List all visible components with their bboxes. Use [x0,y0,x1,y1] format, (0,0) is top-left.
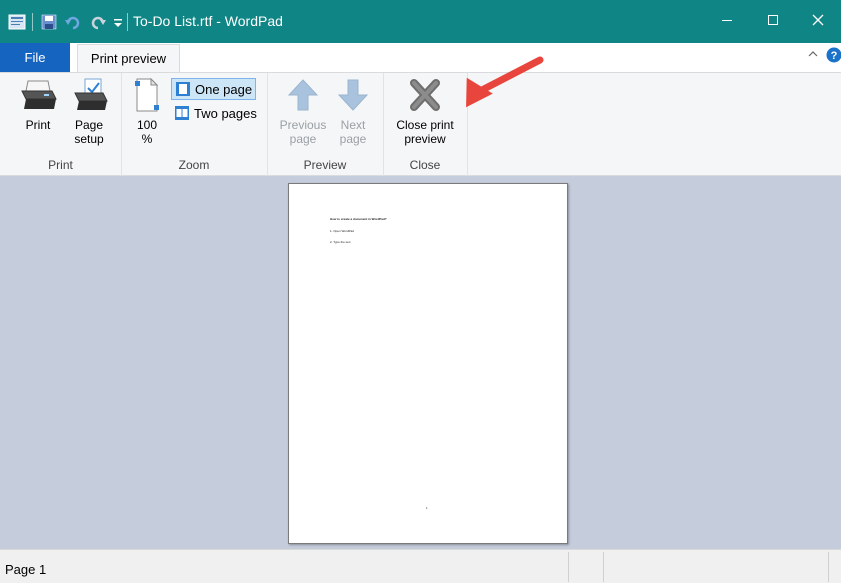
undo-icon[interactable] [65,14,83,30]
next-page-button[interactable]: Next page [333,77,373,146]
printer-icon [17,77,59,116]
page-setup-label-1: Page [74,118,104,132]
one-page-button[interactable]: One page [171,78,257,100]
title-separator [32,13,33,31]
print-group: Print Page setup Print [0,73,122,176]
page-setup-icon [66,77,112,116]
page-number: 1 [426,506,428,510]
svg-text:?: ? [831,50,838,62]
close-print-preview-label-2: preview [404,132,446,146]
close-print-preview-label-1: Close print [396,118,454,132]
title-separator [127,13,128,31]
document-line: 1. Open WordPad [330,229,354,233]
window-title: To-Do List.rtf - WordPad [133,13,283,29]
zoom-group-label: Zoom [178,158,210,172]
print-label: Print [25,118,51,132]
zoom-group: 100 % One page Two pages Zoom [121,73,268,176]
title-bar: To-Do List.rtf - WordPad [0,0,841,43]
close-icon [812,14,824,29]
minimize-button[interactable] [704,0,750,43]
maximize-button[interactable] [750,0,796,43]
print-preview-area[interactable]: How to create a document in WordPad? 1. … [0,176,841,549]
redo-icon[interactable] [90,14,108,30]
status-divider [568,552,569,582]
wordpad-icon[interactable] [8,14,26,30]
one-page-icon [175,81,191,97]
document-line: 2. Type the text [330,240,351,244]
ribbon-tab-row: File Print preview ? [0,43,841,72]
zoom-100-label-2: % [141,132,153,146]
close-button[interactable] [795,0,841,43]
two-pages-icon [174,105,190,121]
preview-page: How to create a document in WordPad? 1. … [288,183,568,544]
preview-group-label: Preview [303,158,347,172]
print-button[interactable]: Print [17,77,59,132]
save-icon[interactable] [41,14,59,30]
one-page-label: One page [195,81,253,97]
previous-page-label-2: page [289,132,317,146]
ribbon: Print Page setup Print 100 % One page Tw… [0,72,841,176]
zoom-100-label-1: 100 [136,118,158,132]
page-setup-label-2: setup [74,132,104,146]
next-page-label-2: page [339,132,367,146]
tab-print-preview[interactable]: Print preview [77,44,180,72]
preview-group: Previous page Next page Preview [267,73,384,176]
document-heading: How to create a document in WordPad? [330,217,387,221]
arrow-up-icon [275,77,331,116]
two-pages-label: Two pages [194,105,257,121]
close-group-label: Close [409,158,441,172]
tab-file[interactable]: File [0,43,70,72]
page-setup-button[interactable]: Page setup [66,77,112,146]
two-pages-button[interactable]: Two pages [171,102,260,124]
status-divider [603,552,604,582]
previous-page-button[interactable]: Previous page [275,77,331,146]
previous-page-label-1: Previous [279,118,327,132]
help-icon[interactable]: ? [826,47,841,66]
next-page-label-1: Next [340,118,366,132]
status-bar: Page 1 [0,549,841,583]
print-group-label: Print [48,158,73,172]
customize-dropdown-icon[interactable] [113,14,123,30]
annotation-arrow [466,56,544,108]
zoom-100-icon [129,77,165,116]
close-print-preview-button[interactable]: Close print preview [388,77,462,146]
close-x-icon [388,77,462,116]
minimize-icon [721,14,733,29]
zoom-100-button[interactable]: 100 % [129,77,165,146]
status-divider [828,552,829,582]
minimize-ribbon-icon[interactable] [807,48,819,63]
page-indicator: Page 1 [5,562,47,577]
arrow-down-icon [333,77,373,116]
maximize-icon [767,14,779,29]
